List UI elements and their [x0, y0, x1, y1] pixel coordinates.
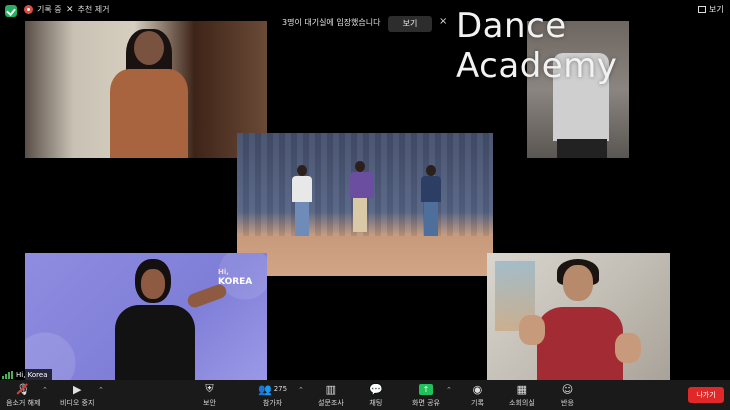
video-tile-interpreter[interactable]: Hi, KOREA — [25, 253, 267, 380]
share-screen-icon: ↑ — [419, 383, 433, 395]
participant-video — [537, 307, 623, 380]
dance-academy-watermark: Dance Academy — [456, 6, 618, 86]
reactions-button[interactable]: ☺ 반응 — [561, 382, 574, 408]
breakout-rooms-icon: ▦ — [516, 382, 528, 396]
record-button[interactable]: ◉ 기록 — [471, 382, 484, 408]
video-tile-1[interactable] — [25, 21, 267, 158]
microphone-muted-icon: 🎙 — [16, 382, 31, 396]
waiting-room-message: 3명이 대기실에 입장했습니다 — [282, 18, 381, 27]
security-button[interactable]: ⛨ 보안 — [203, 382, 216, 408]
reaction-emoji-icon: ☺ — [561, 382, 574, 396]
record-dot-icon — [24, 5, 33, 14]
hi-korea-logo: Hi, KOREA — [218, 268, 253, 287]
share-options-chevron-icon[interactable]: ⌃ — [446, 386, 452, 394]
meeting-toolbar: 🎙 음소거 해제 ⌃ ▶ 비디오 중지 ⌃ ⛨ 보안 👥 275 참가자 ⌃ ▥ … — [0, 380, 730, 410]
participants-options-chevron-icon[interactable]: ⌃ — [298, 386, 304, 394]
participants-icon: 👥 275 — [258, 382, 288, 396]
participants-button[interactable]: 👥 275 참가자 — [258, 382, 287, 408]
recording-indicator[interactable]: 기록 중 — [24, 4, 62, 15]
security-shield-icon[interactable] — [5, 5, 17, 17]
leave-meeting-button[interactable]: 나가기 — [688, 387, 724, 403]
view-toggle[interactable]: 보기 — [698, 4, 724, 15]
chat-button[interactable]: 💬 채팅 — [369, 382, 383, 408]
breakout-rooms-button[interactable]: ▦ 소회의실 — [509, 382, 535, 408]
video-options-chevron-icon[interactable]: ⌃ — [98, 386, 104, 394]
video-camera-icon: ▶ — [72, 382, 82, 396]
view-waiting-room-button[interactable]: 보기 — [388, 16, 432, 32]
participant-video — [110, 29, 188, 158]
record-icon: ◉ — [472, 382, 483, 396]
view-label: 보기 — [709, 5, 724, 14]
bar-chart-icon: ▥ — [325, 382, 337, 396]
grid-view-icon — [698, 6, 706, 13]
video-tile-shared-dance[interactable] — [237, 133, 493, 276]
participants-count: 275 — [273, 385, 288, 393]
audio-options-chevron-icon[interactable]: ⌃ — [42, 386, 48, 394]
polls-button[interactable]: ▥ 설문조사 — [318, 382, 344, 408]
unmute-button[interactable]: 🎙 음소거 해제 — [6, 382, 40, 408]
pin-icon: ✕ — [66, 4, 74, 15]
video-tile-5[interactable] — [487, 253, 670, 380]
participant-video — [105, 259, 229, 380]
recording-label: 기록 중 — [37, 5, 62, 14]
signal-strength-icon — [2, 371, 13, 379]
remove-spotlight[interactable]: ✕ 추천 제거 — [66, 4, 110, 15]
stop-video-button[interactable]: ▶ 비디오 중지 — [60, 382, 94, 408]
shield-icon: ⛨ — [205, 382, 214, 395]
chat-bubble-icon: 💬 — [369, 382, 383, 396]
close-notice-button[interactable]: × — [439, 16, 447, 27]
remove-spotlight-label: 추천 제거 — [77, 5, 110, 14]
share-screen-button[interactable]: ↑ 화면 공유 — [412, 382, 440, 408]
